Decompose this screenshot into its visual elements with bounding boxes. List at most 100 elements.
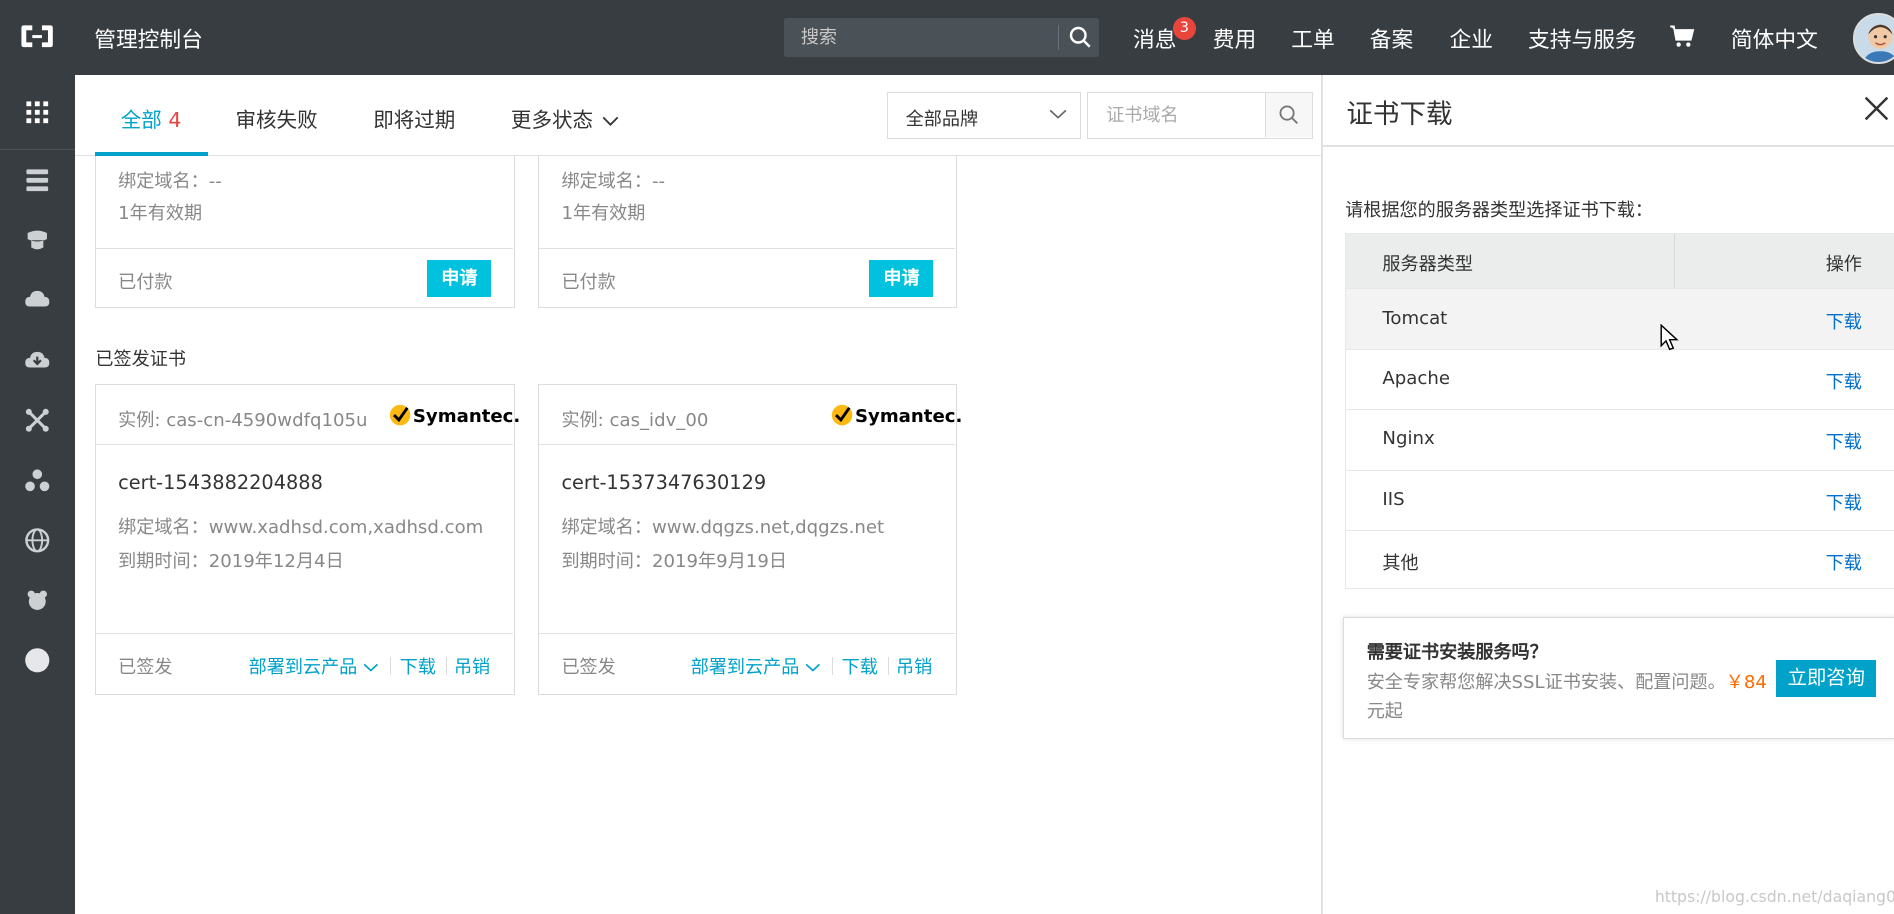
download-link[interactable]: 下载 <box>1826 428 1862 454</box>
grid-menu-icon[interactable] <box>24 99 51 126</box>
brand-select-value: 全部品牌 <box>905 108 979 130</box>
instance-id: 实例: cas_idv_00 <box>561 409 709 431</box>
server-type-table: 服务器类型 操作 Tomcat 下载 Apache 下载 Nginx 下载 II… <box>1345 233 1894 590</box>
chevron-down-icon <box>805 664 821 672</box>
apply-button[interactable]: 申请 <box>427 259 492 298</box>
cluster-icon[interactable] <box>24 467 51 494</box>
more-products-icon[interactable] <box>24 647 51 674</box>
nav-tickets[interactable]: 工单 <box>1291 23 1334 54</box>
promo-price: ￥84 <box>1725 671 1767 693</box>
payment-status: 已付款 <box>561 272 616 294</box>
download-link[interactable]: 下载 <box>1826 549 1862 575</box>
install-service-promo: 需要证书安装服务吗？ 安全专家帮您解决SSL证书安装、配置问题。￥84 元起 立… <box>1342 617 1894 740</box>
cloud-storage-icon[interactable] <box>24 286 51 313</box>
nav-support[interactable]: 支持与服务 <box>1528 23 1637 54</box>
watermark: https://blog.csdn.net/daqiang012 <box>1654 886 1894 906</box>
globe-icon[interactable] <box>24 527 51 554</box>
nav-icp[interactable]: 备案 <box>1370 23 1413 54</box>
pending-cert-card: 绑定域名：-- 1年有效期 已付款 申请 <box>95 155 515 308</box>
card-divider <box>96 632 514 634</box>
deploy-label: 部署到云产品 <box>690 657 800 679</box>
cert-name: cert-1543882204888 <box>118 470 323 494</box>
issued-cert-card: 实例: cas_idv_00 Symantec. cert-1537347630… <box>537 384 962 695</box>
column-divider <box>1673 234 1675 289</box>
symantec-logo: Symantec. <box>854 405 963 427</box>
issue-status: 已签发 <box>118 657 173 679</box>
card-divider <box>538 632 956 634</box>
drawer-title: 证书下载 <box>1346 98 1453 130</box>
revoke-link[interactable]: 吊销 <box>454 653 490 679</box>
table-row: Nginx 下载 <box>1346 409 1894 469</box>
table-row: IIS 下载 <box>1346 469 1894 530</box>
download-link[interactable]: 下载 <box>1826 308 1862 334</box>
top-bar: 管理控制台 消息 3 费用 工单 备案 企业 支持与服务 简体中文 <box>0 0 1894 75</box>
network-icon[interactable] <box>24 407 51 434</box>
link-separator <box>832 656 834 675</box>
tab-expiring[interactable]: 即将过期 <box>373 103 455 133</box>
expiry-date: 到期时间：2019年12月4日 <box>118 550 344 572</box>
search-input[interactable] <box>783 18 1060 57</box>
server-icon[interactable] <box>24 167 51 194</box>
deploy-label: 部署到云产品 <box>248 657 358 679</box>
consult-button[interactable]: 立即咨询 <box>1776 660 1877 697</box>
tab-all-count: 4 <box>168 107 182 132</box>
download-link[interactable]: 下载 <box>1826 368 1862 394</box>
card-divider <box>96 444 514 446</box>
search-icon[interactable] <box>1068 25 1092 49</box>
nav-language[interactable]: 简体中文 <box>1731 23 1818 54</box>
download-link[interactable]: 下载 <box>842 653 878 679</box>
cert-download-drawer: 证书下载 请根据您的服务器类型选择证书下载： 服务器类型 操作 Tomcat 下… <box>1321 74 1894 914</box>
search-divider <box>1058 25 1060 50</box>
status-tabs: 全部 4 审核失败 即将过期 更多状态 全部品牌 <box>74 74 1322 156</box>
payment-status: 已付款 <box>118 272 173 294</box>
table-row: Apache 下载 <box>1346 348 1894 409</box>
sidebar-divider <box>0 148 75 150</box>
domain-input[interactable] <box>1088 92 1265 138</box>
tab-all[interactable]: 全部 4 <box>121 103 182 133</box>
server-type-cell: Tomcat <box>1382 307 1448 329</box>
aliyun-logo-icon[interactable] <box>19 23 55 50</box>
drawer-divider <box>1323 144 1894 148</box>
database-icon[interactable] <box>24 227 51 254</box>
validity: 1年有效期 <box>118 203 203 225</box>
nav-enterprise[interactable]: 企业 <box>1449 23 1492 54</box>
instance-id: 实例: cas-cn-4590wdfq105u <box>118 409 368 431</box>
brand-select[interactable]: 全部品牌 <box>886 91 1082 139</box>
cdn-icon[interactable] <box>24 347 51 374</box>
table-row: 其他 下载 <box>1346 530 1894 590</box>
tab-failed[interactable]: 审核失败 <box>236 103 318 133</box>
download-link[interactable]: 下载 <box>1826 489 1862 515</box>
tab-more-label: 更多状态 <box>510 107 593 132</box>
security-icon[interactable] <box>24 587 51 614</box>
mouse-cursor-icon <box>1660 323 1679 350</box>
download-hint: 请根据您的服务器类型选择证书下载： <box>1345 199 1654 221</box>
bound-domain: 绑定域名：www.xadhsd.com,xadhsd.com <box>118 517 484 539</box>
nav-billing[interactable]: 费用 <box>1213 23 1256 54</box>
deploy-to-cloud-link[interactable]: 部署到云产品 <box>691 653 821 679</box>
download-link[interactable]: 下载 <box>400 653 436 679</box>
server-type-cell: IIS <box>1382 488 1405 510</box>
pending-cert-card: 绑定域名：-- 1年有效期 已付款 申请 <box>537 155 957 308</box>
domain-search-button[interactable] <box>1264 92 1312 138</box>
apply-button[interactable]: 申请 <box>869 259 934 298</box>
user-avatar[interactable] <box>1852 13 1894 64</box>
symantec-logo: Symantec. <box>412 405 521 427</box>
promo-title: 需要证书安装服务吗？ <box>1366 641 1548 663</box>
close-icon[interactable] <box>1862 94 1891 123</box>
card-divider <box>96 247 514 249</box>
tab-more-status[interactable]: 更多状态 <box>511 103 619 133</box>
promo-description: 安全专家帮您解决SSL证书安装、配置问题。￥84 <box>1367 668 1767 694</box>
deploy-to-cloud-link[interactable]: 部署到云产品 <box>249 653 379 679</box>
avatar-face-icon <box>1854 15 1894 63</box>
link-separator <box>445 656 447 675</box>
card-divider <box>538 247 956 249</box>
symantec-check-icon <box>831 405 852 426</box>
issued-section-title: 已签发证书 <box>95 349 186 371</box>
chevron-down-icon <box>363 664 379 672</box>
cart-icon[interactable] <box>1669 24 1696 48</box>
revoke-link[interactable]: 吊销 <box>896 653 932 679</box>
issued-cert-card: 实例: cas-cn-4590wdfq105u Symantec. cert-1… <box>95 384 520 695</box>
nav-messages[interactable]: 消息 <box>1133 23 1176 54</box>
console-title[interactable]: 管理控制台 <box>94 23 203 54</box>
col-action: 操作 <box>1825 253 1862 275</box>
